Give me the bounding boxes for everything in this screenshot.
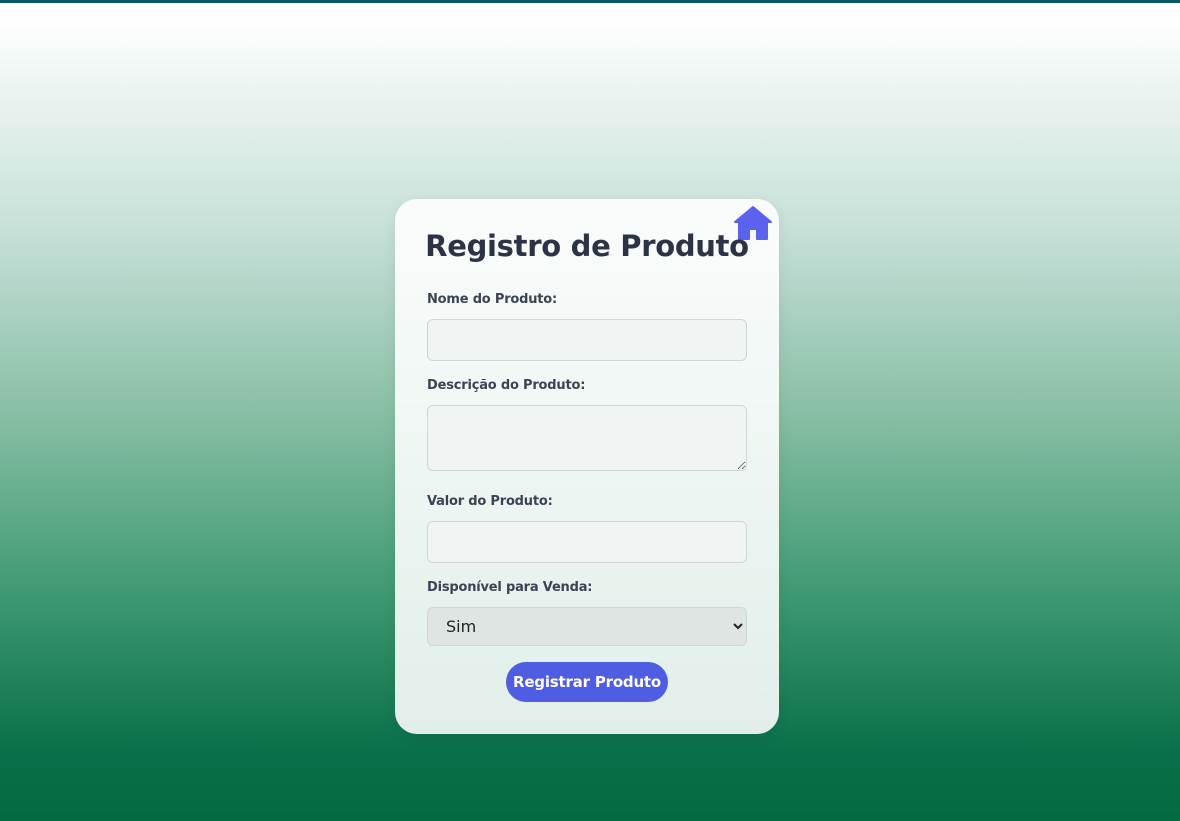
product-description-label: Descrição do Produto:: [427, 378, 586, 393]
top-accent-bar: [0, 0, 1180, 3]
product-name-label: Nome do Produto:: [427, 292, 558, 307]
product-price-input[interactable]: [427, 521, 747, 563]
register-product-button[interactable]: Registrar Produto: [506, 662, 668, 702]
product-name-input[interactable]: [427, 319, 747, 361]
product-price-label: Valor do Produto:: [427, 494, 553, 509]
product-registration-card: Registro de Produto Nome do Produto: Des…: [395, 199, 779, 734]
page-title: Registro de Produto: [425, 229, 749, 263]
product-description-textarea[interactable]: [427, 405, 747, 471]
available-for-sale-label: Disponível para Venda:: [427, 580, 593, 595]
available-for-sale-select[interactable]: Sim: [427, 607, 747, 646]
